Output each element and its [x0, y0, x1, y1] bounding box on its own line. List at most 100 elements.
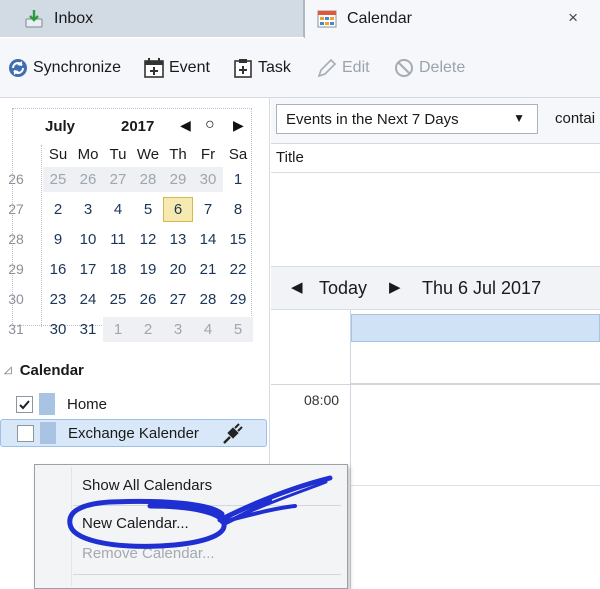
event-range-value: Events in the Next 7 Days	[286, 110, 459, 128]
menu-icon-gutter	[71, 467, 72, 586]
day-cell[interactable]: 20	[163, 257, 193, 282]
calendar-item-exchange[interactable]: Exchange Kalender	[0, 419, 267, 447]
plug-icon	[220, 423, 244, 449]
contains-label: contai	[555, 110, 596, 127]
day-cell[interactable]: 9	[43, 227, 73, 252]
edit-label: Edit	[342, 59, 370, 76]
event-list[interactable]	[271, 174, 600, 266]
day-cell[interactable]: 2	[133, 317, 163, 342]
day-cell[interactable]: 1	[103, 317, 133, 342]
new-event-button[interactable]: Event	[143, 56, 210, 80]
menu-item-label: Remove Calendar...	[82, 545, 215, 562]
all-day-row[interactable]	[351, 342, 600, 384]
menu-item-new-calendar[interactable]: New Calendar...	[82, 515, 189, 532]
day-cell[interactable]: 19	[133, 257, 163, 282]
day-cell[interactable]: 28	[133, 167, 163, 192]
calendar-context-menu: Show All Calendars New Calendar... Remov…	[34, 464, 348, 589]
day-cell[interactable]: 25	[43, 167, 73, 192]
dropdown-arrow-icon: ▼	[513, 111, 525, 125]
day-column-header[interactable]	[351, 314, 600, 342]
day-cell[interactable]: 17	[73, 257, 103, 282]
day-cell[interactable]: 29	[223, 287, 253, 312]
event-range-dropdown[interactable]: Events in the Next 7 Days ▼	[276, 104, 538, 134]
day-cell[interactable]: 5	[223, 317, 253, 342]
day-cell[interactable]: 3	[163, 317, 193, 342]
week-row: 31 30 31 1 2 3 4 5	[8, 317, 253, 342]
next-month-icon[interactable]: ▶	[233, 117, 244, 134]
calendar-name: Exchange Kalender	[68, 424, 199, 442]
event-filter-bar: Events in the Next 7 Days ▼ contai	[271, 98, 600, 144]
today-button[interactable]: Today	[319, 278, 367, 299]
tab-inbox-label: Inbox	[54, 9, 94, 27]
calendar-color-swatch	[40, 422, 56, 444]
delete-button[interactable]: Delete	[393, 56, 465, 80]
close-icon[interactable]: ×	[568, 8, 578, 28]
week-row: 28 9 10 11 12 13 14 15	[8, 227, 253, 252]
day-cell[interactable]: 23	[43, 287, 73, 312]
day-cell[interactable]: 22	[223, 257, 253, 282]
day-cell[interactable]: 29	[163, 167, 193, 192]
calendar-checkbox-home[interactable]	[16, 395, 33, 413]
day-cell[interactable]: 5	[133, 197, 163, 222]
synchronize-label: Synchronize	[33, 59, 122, 76]
go-today-icon[interactable]: ○	[205, 116, 215, 134]
menu-item-label: New Calendar...	[82, 515, 189, 532]
day-cell[interactable]: 31	[73, 317, 103, 342]
day-cell[interactable]: 25	[103, 287, 133, 312]
week-row: 27 2 3 4 5 6 7 8	[8, 197, 253, 222]
day-cell[interactable]: 28	[193, 287, 223, 312]
new-task-button[interactable]: Task	[232, 56, 291, 80]
calendar-list-header[interactable]: ◿ Calendar	[4, 362, 84, 379]
day-cell[interactable]: 13	[163, 227, 193, 252]
day-cell[interactable]: 27	[103, 167, 133, 192]
day-cell[interactable]: 2	[43, 197, 73, 222]
day-cell[interactable]: 30	[43, 317, 73, 342]
next-day-icon[interactable]: ▶	[389, 278, 401, 296]
calendar-grid-icon	[317, 9, 337, 29]
week-row: 26 25 26 27 28 29 30 1	[8, 167, 253, 192]
day-cell[interactable]: 3	[73, 197, 103, 222]
day-cell[interactable]: 1	[223, 167, 253, 192]
menu-item-remove-calendar[interactable]: Remove Calendar...	[82, 545, 215, 562]
calendar-name: Home	[67, 395, 108, 413]
day-cell[interactable]: 11	[103, 227, 133, 252]
day-cell[interactable]: 26	[73, 167, 103, 192]
day-cell[interactable]: 4	[193, 317, 223, 342]
day-cell[interactable]: 24	[73, 287, 103, 312]
day-cell[interactable]: 26	[133, 287, 163, 312]
calendar-checkbox-exchange[interactable]	[17, 424, 34, 442]
week-number: 29	[8, 261, 24, 277]
day-cell[interactable]: 7	[193, 197, 223, 222]
day-cell[interactable]: 27	[163, 287, 193, 312]
day-cell[interactable]: 10	[73, 227, 103, 252]
day-cell[interactable]: 8	[223, 197, 253, 222]
time-label: 08:00	[304, 392, 340, 408]
day-cell-today[interactable]: 6	[163, 197, 193, 222]
event-list-column-title[interactable]: Title	[271, 145, 600, 173]
day-cell[interactable]: 4	[103, 197, 133, 222]
day-cell[interactable]: 30	[193, 167, 223, 192]
day-cell[interactable]: 14	[193, 227, 223, 252]
collapse-twisty-icon[interactable]: ◿	[4, 365, 12, 376]
day-cell[interactable]: 16	[43, 257, 73, 282]
tab-calendar[interactable]: Calendar ×	[304, 0, 600, 38]
tab-calendar-label: Calendar	[347, 10, 412, 27]
week-number: 27	[8, 201, 24, 217]
day-cell[interactable]: 21	[193, 257, 223, 282]
menu-item-show-all-calendars[interactable]: Show All Calendars	[82, 477, 212, 494]
calendar-item-home[interactable]: Home	[16, 391, 267, 417]
tab-inbox[interactable]: Inbox	[0, 0, 304, 37]
month-selector[interactable]: July	[45, 118, 75, 135]
column-title-label: Title	[276, 149, 304, 166]
day-cell[interactable]: 12	[133, 227, 163, 252]
edit-button[interactable]: Edit	[316, 56, 370, 80]
previous-day-icon[interactable]: ◀	[291, 278, 303, 296]
week-number: 28	[8, 231, 24, 247]
synchronize-button[interactable]: Synchronize	[7, 56, 121, 80]
year-selector[interactable]: 2017	[121, 118, 154, 135]
delete-icon	[393, 57, 415, 79]
day-cell[interactable]: 15	[223, 227, 253, 252]
sync-icon	[7, 57, 29, 79]
day-cell[interactable]: 18	[103, 257, 133, 282]
prev-month-icon[interactable]: ◀	[180, 117, 191, 134]
